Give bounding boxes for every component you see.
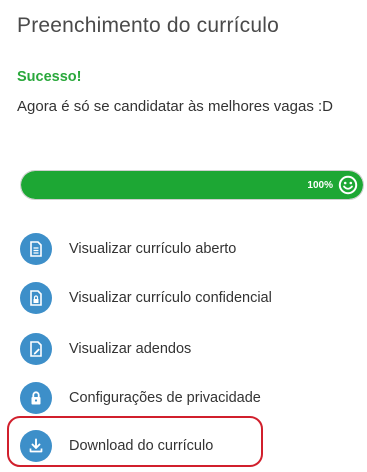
highlight-annotation <box>7 416 263 467</box>
success-message: Agora é só se candidatar às melhores vag… <box>17 98 334 115</box>
progress-bar: 100% <box>20 170 364 200</box>
document-icon <box>20 233 52 265</box>
menu-item-label: Visualizar adendos <box>69 341 192 357</box>
menu-item-view-addendums[interactable]: Visualizar adendos <box>20 333 340 365</box>
menu-item-label: Configurações de privacidade <box>69 390 261 406</box>
lock-icon <box>20 382 52 414</box>
menu-item-view-confidential-resume[interactable]: Visualizar currículo confidencial <box>20 282 340 314</box>
menu-item-privacy-settings[interactable]: Configurações de privacidade <box>20 382 340 414</box>
addendum-icon <box>20 333 52 365</box>
progress-label: 100% <box>307 180 333 191</box>
page-title: Preenchimento do currículo <box>17 14 279 37</box>
menu-item-label: Visualizar currículo confidencial <box>69 290 272 306</box>
menu-item-view-open-resume[interactable]: Visualizar currículo aberto <box>20 233 340 265</box>
success-title: Sucesso! <box>17 69 82 85</box>
confidential-document-icon <box>20 282 52 314</box>
menu-item-label: Visualizar currículo aberto <box>69 241 237 257</box>
smile-icon <box>338 175 358 195</box>
